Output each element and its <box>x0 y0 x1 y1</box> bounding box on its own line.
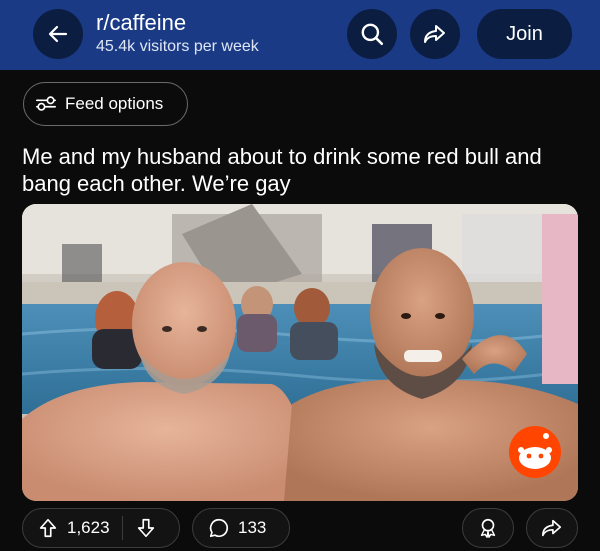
vote-bar: 1,623 <box>22 508 180 548</box>
upvote-arrow-icon[interactable] <box>37 517 59 539</box>
search-icon <box>361 23 384 46</box>
comment-count: 133 <box>238 518 267 537</box>
reddit-snoo-icon <box>509 426 561 478</box>
visitors-count: 45.4k visitors per week <box>96 38 259 55</box>
back-button[interactable] <box>33 9 83 59</box>
share-arrow-icon <box>542 519 562 537</box>
subreddit-header: r/caffeine 45.4k visitors per week Join <box>0 0 600 70</box>
vote-divider <box>121 516 123 540</box>
join-button[interactable]: Join <box>477 9 572 59</box>
share-button[interactable] <box>410 9 460 59</box>
arrow-left-icon <box>48 25 68 43</box>
share-arrow-icon <box>424 25 445 43</box>
award-button[interactable] <box>462 508 514 548</box>
comment-bubble-icon <box>209 518 229 538</box>
sliders-icon <box>36 96 56 111</box>
subreddit-name[interactable]: r/caffeine <box>96 10 186 36</box>
post-title[interactable]: Me and my husband about to drink some re… <box>22 143 582 197</box>
downvote-arrow-icon[interactable] <box>135 517 157 539</box>
search-button[interactable] <box>347 9 397 59</box>
feed-options-button[interactable]: Feed options <box>23 82 188 126</box>
post-share-button[interactable] <box>526 508 578 548</box>
upvote-count: 1,623 <box>67 518 110 537</box>
comments-button[interactable]: 133 <box>192 508 290 548</box>
post-image[interactable] <box>22 204 578 501</box>
feed-options-label: Feed options <box>65 94 164 113</box>
award-icon <box>480 518 496 538</box>
